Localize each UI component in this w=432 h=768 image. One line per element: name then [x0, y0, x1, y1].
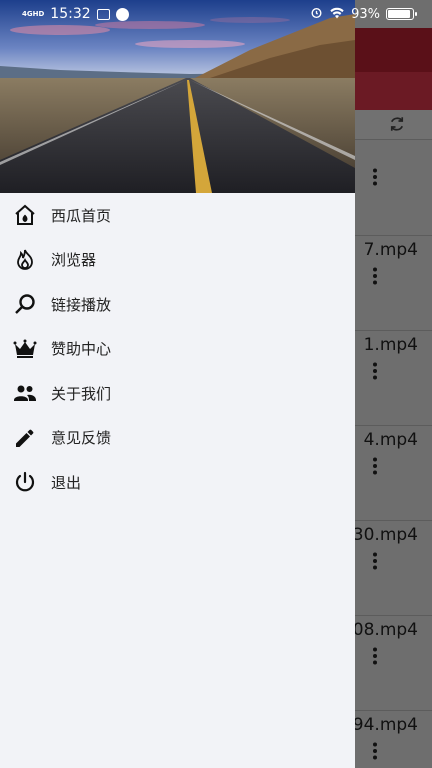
more-vert-icon[interactable]	[368, 267, 382, 285]
menu-label: 浏览器	[51, 251, 97, 270]
status-bar: 4GHD 15:32 93%	[0, 0, 432, 28]
menu-item-feedback[interactable]: 意见反馈	[0, 416, 355, 461]
alarm-icon	[310, 6, 323, 23]
file-name: 30.mp4	[352, 525, 418, 545]
file-name: 94.mp4	[352, 715, 418, 735]
clock: 15:32	[50, 6, 91, 22]
battery-icon	[386, 8, 417, 20]
more-vert-icon[interactable]	[368, 552, 382, 570]
more-vert-icon[interactable]	[368, 742, 382, 760]
refresh-icon[interactable]	[388, 115, 406, 133]
menu-label: 退出	[51, 473, 82, 492]
home-icon	[12, 202, 38, 228]
more-vert-icon[interactable]	[368, 457, 382, 475]
more-vert-icon[interactable]	[368, 168, 382, 186]
menu-label: 意见反馈	[51, 429, 112, 448]
power-icon	[12, 469, 38, 495]
menu-item-about[interactable]: 关于我们	[0, 371, 355, 416]
file-name: 1.mp4	[363, 335, 418, 355]
flame-icon	[12, 247, 38, 273]
crown-icon	[12, 336, 38, 362]
navigation-drawer: 西瓜首页 浏览器 链接播放 赞助中心 关于我们 意见反馈 退出	[0, 0, 355, 768]
menu-item-exit[interactable]: 退出	[0, 460, 355, 505]
drawer-menu: 西瓜首页 浏览器 链接播放 赞助中心 关于我们 意见反馈 退出	[0, 193, 355, 505]
message-icon	[115, 7, 129, 21]
search-icon	[12, 291, 38, 317]
file-name: 08.mp4	[352, 620, 418, 640]
menu-label: 链接播放	[51, 295, 112, 314]
more-vert-icon[interactable]	[368, 362, 382, 380]
battery-percent: 93%	[351, 6, 380, 22]
file-name: 4.mp4	[363, 430, 418, 450]
pencil-icon	[12, 425, 38, 451]
menu-label: 西瓜首页	[51, 206, 112, 225]
menu-item-link-play[interactable]: 链接播放	[0, 282, 355, 327]
mail-icon	[96, 8, 110, 20]
people-icon	[12, 380, 38, 406]
menu-item-sponsor[interactable]: 赞助中心	[0, 327, 355, 372]
drawer-header-image	[0, 0, 355, 193]
more-vert-icon[interactable]	[368, 647, 382, 665]
wifi-icon	[329, 6, 345, 23]
file-name: 7.mp4	[363, 240, 418, 260]
network-indicator: 4GHD	[22, 9, 45, 18]
menu-label: 关于我们	[51, 384, 112, 403]
menu-label: 赞助中心	[51, 340, 112, 359]
menu-item-home[interactable]: 西瓜首页	[0, 193, 355, 238]
menu-item-browser[interactable]: 浏览器	[0, 238, 355, 283]
